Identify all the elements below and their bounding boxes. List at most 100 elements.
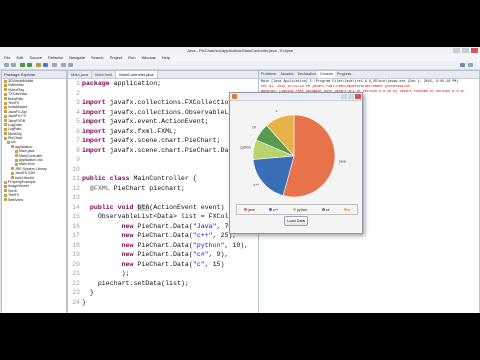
project-icon	[4, 79, 7, 83]
new-class-icon[interactable]	[43, 63, 48, 67]
legend-item: c++	[269, 208, 279, 212]
toolbar	[0, 61, 480, 70]
tree-item-label: VideoPlay	[8, 87, 25, 92]
tree-item[interactable]: WebView	[2, 198, 66, 202]
legend-label: c#	[325, 207, 330, 212]
back-icon[interactable]	[61, 63, 66, 67]
perspective-debug-icon[interactable]	[468, 63, 473, 67]
tree-item-label: JavaFXDB	[8, 118, 26, 123]
legend-swatch	[321, 208, 325, 211]
new-icon[interactable]	[4, 63, 9, 67]
maximize-button[interactable]	[462, 48, 469, 53]
tree-item-label: MultiCity	[8, 131, 22, 136]
minimize-button[interactable]	[453, 48, 460, 53]
tree-item-label: application	[15, 144, 33, 149]
legend-item: c#	[321, 207, 330, 212]
forward-icon[interactable]	[68, 63, 73, 67]
menu-help[interactable]: Help	[162, 54, 170, 61]
tab-console[interactable]: Console	[317, 71, 335, 78]
menu-project[interactable]: Project	[110, 54, 122, 61]
legend-swatch	[293, 208, 297, 211]
app-titlebar[interactable]	[230, 93, 362, 101]
perspective-java-icon[interactable]	[460, 63, 465, 67]
project-icon	[11, 145, 14, 149]
save-icon[interactable]	[11, 63, 16, 67]
app-close-button[interactable]	[355, 94, 361, 99]
legend-item: java	[244, 208, 254, 212]
project-icon	[4, 180, 7, 184]
tree-item-label: BuildPath	[8, 96, 24, 101]
code-line: 19 new PieChart.Data("c#", 9),	[72, 251, 229, 258]
legend-label: python	[297, 207, 308, 212]
menu-edit[interactable]: Edit	[16, 54, 23, 61]
tree-item-label: Main.java	[19, 149, 35, 154]
project-icon	[15, 162, 18, 166]
tree-item-label: 3DVirtualMobile	[8, 79, 34, 83]
app-minimize-button[interactable]	[341, 94, 347, 99]
tree-item-label: ImageViewer	[8, 184, 29, 189]
pie-slice-label: c#	[252, 126, 256, 130]
legend-item: c	[343, 207, 350, 212]
java-icon	[232, 94, 237, 99]
package-explorer-title: Package Explorer	[2, 71, 66, 79]
tree-item-label: MainController	[19, 153, 43, 158]
close-button[interactable]	[471, 48, 478, 53]
tab-progress[interactable]: Progress	[335, 71, 353, 78]
menu-run[interactable]: Run	[128, 54, 135, 61]
tree-item-label: JavaFX-FX	[8, 114, 26, 119]
tab-main-java[interactable]: Main.java	[68, 71, 93, 78]
tab-main-fxml[interactable]: Main.fxml	[92, 71, 117, 78]
project-icon	[7, 141, 10, 145]
project-icon	[4, 105, 7, 109]
project-icon	[15, 149, 18, 153]
code-line: 20 new PieChart.Data("c", 15)	[72, 260, 225, 268]
new-package-icon[interactable]	[36, 63, 41, 67]
tree-item-label: PieChart	[8, 136, 22, 141]
tree-item-label: SortIt	[8, 188, 17, 193]
project-icon	[4, 110, 7, 114]
code-line: 18 new PieChart.Data("python", 10),	[72, 241, 249, 249]
project-icon	[4, 127, 7, 131]
tree-item-label: build.fxbuild	[15, 175, 34, 180]
tree-item-label: InstallAware	[8, 105, 28, 110]
tree-item-label: TestFX	[8, 193, 20, 198]
legend-swatch	[343, 208, 347, 211]
tree-item-label: TXCalendar	[8, 92, 28, 97]
code-line: 23 }	[72, 289, 94, 296]
menu-navigate[interactable]: Navigate	[69, 54, 85, 61]
debug-icon[interactable]	[20, 63, 25, 67]
tab-declaration[interactable]: Declaration	[296, 71, 318, 78]
project-icon	[4, 92, 7, 96]
code-line: 24}	[72, 298, 86, 306]
menu-refactor[interactable]: Refactor	[48, 54, 63, 61]
console-tabs: Problems Javadoc Declaration Console Pro…	[259, 71, 479, 79]
package-tree: 3DVirtualMobile VideoMax VideoPlay TXCalend…	[2, 79, 66, 202]
legend-swatch	[244, 208, 248, 211]
menu-bar: File Edit Source Refactor Navigate Searc…	[0, 54, 480, 61]
package-explorer: Package Explorer 3DVirtualMobile VideoMax…	[1, 70, 67, 313]
menu-search[interactable]: Search	[91, 54, 104, 61]
tab-main-controller[interactable]: MainController.java	[116, 71, 158, 78]
code-line: 22 piechart.setData(list);	[72, 279, 189, 287]
window-title: Java - PieChart/src/application/MainCont…	[186, 48, 294, 53]
tree-item-label: Main.fxml	[19, 162, 35, 167]
piechart-app-window[interactable]: java c++ python c# c java c++ python c# c Load D…	[229, 92, 363, 234]
project-icon	[15, 154, 18, 158]
tree-item-label: TextFX	[8, 100, 20, 105]
legend-label: c	[347, 207, 350, 212]
tree-item-label: JavaFX-Api	[8, 109, 27, 114]
menu-source[interactable]: Source	[29, 54, 42, 61]
menu-window[interactable]: Window	[141, 54, 155, 61]
tab-problems[interactable]: Problems	[259, 71, 278, 78]
load-data-button[interactable]: Load Data	[284, 216, 308, 226]
project-icon	[11, 176, 14, 180]
project-icon	[4, 88, 7, 92]
project-icon	[4, 101, 7, 105]
search-icon[interactable]	[52, 63, 57, 67]
code-line: 21 );	[72, 270, 130, 277]
tab-javadoc[interactable]: Javadoc	[278, 71, 295, 78]
project-icon	[4, 189, 7, 193]
run-icon[interactable]	[27, 63, 32, 67]
menu-file[interactable]: File	[4, 54, 10, 61]
app-maximize-button[interactable]	[348, 94, 354, 99]
